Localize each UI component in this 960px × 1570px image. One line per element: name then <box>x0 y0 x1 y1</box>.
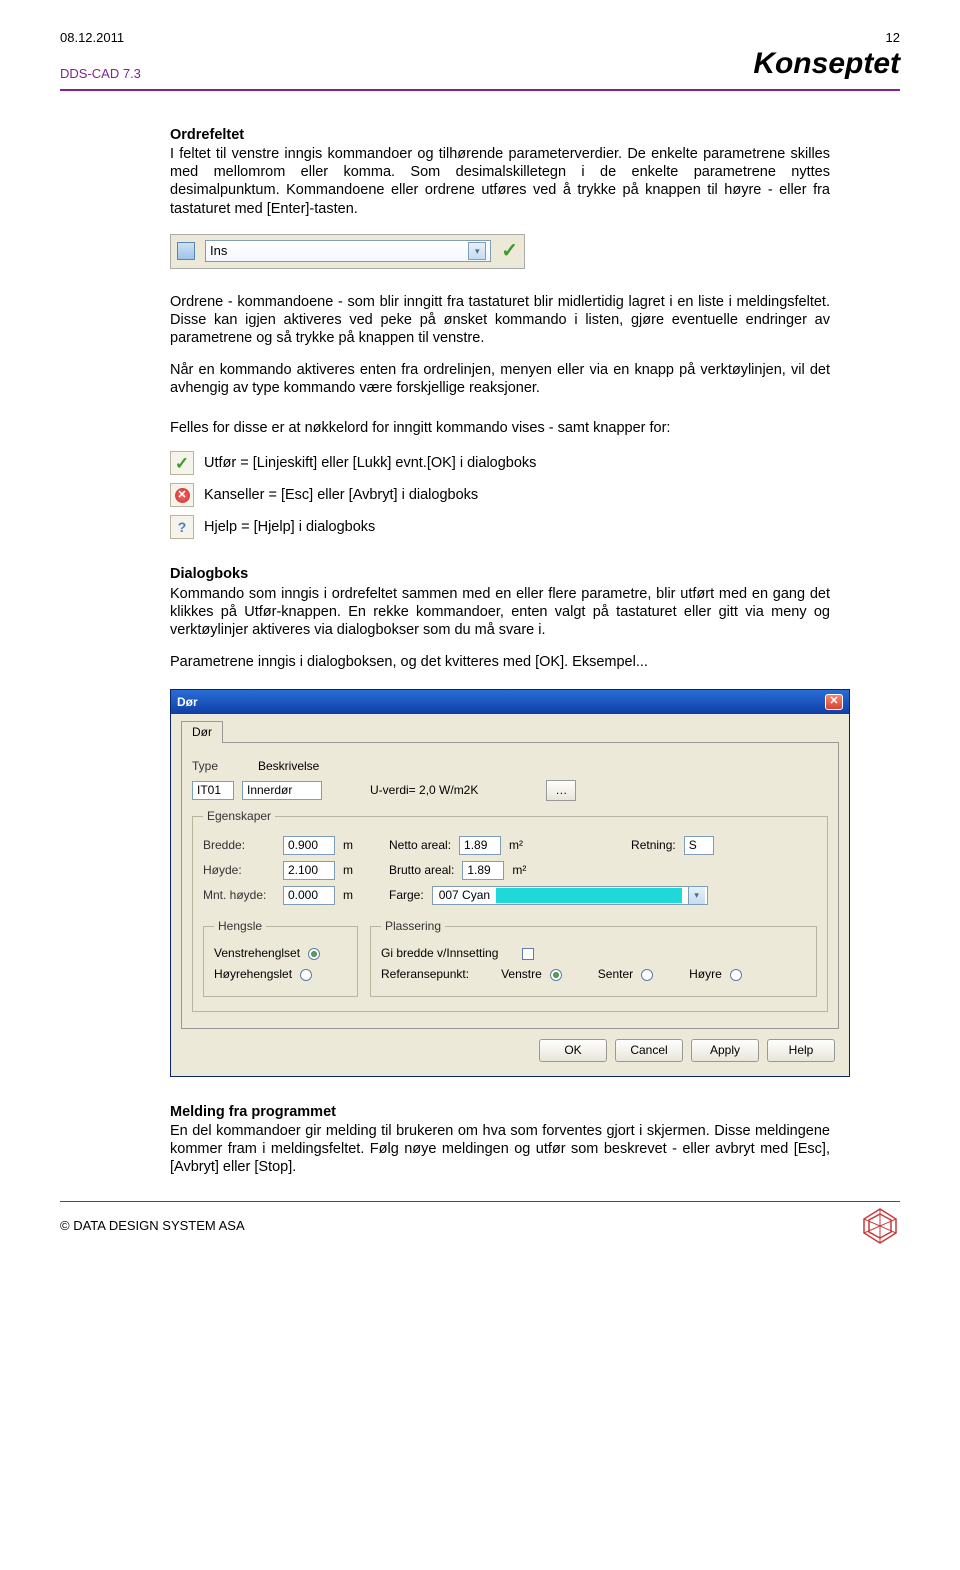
chevron-down-icon[interactable]: ▾ <box>688 887 705 904</box>
sec1-p1: I feltet til venstre inngis kommandoer o… <box>170 145 830 218</box>
sec4-p1: Kommando som inngis i ordrefeltet sammen… <box>170 585 830 639</box>
cancel-button[interactable]: Cancel <box>615 1039 683 1062</box>
label-senter: Senter <box>598 967 633 982</box>
label-hoyrehengslet: Høyrehengslet <box>214 967 292 982</box>
section-ordrefeltet-heading: Ordrefeltet <box>170 126 830 144</box>
label-description: Beskrivelse <box>258 759 319 774</box>
properties-group: Egenskaper Bredde: 0.900 m Netto areal: … <box>192 809 828 1012</box>
plassering-legend: Plassering <box>381 919 445 934</box>
cancel-button[interactable]: ✕ <box>170 483 194 507</box>
radio-hoyrehengslet[interactable] <box>300 969 312 981</box>
netto-areal-field[interactable]: 1.89 <box>459 836 501 855</box>
label-retning: Retning: <box>631 838 676 853</box>
brutto-areal-field[interactable]: 1.89 <box>462 861 504 880</box>
checkmark-icon[interactable]: ✓ <box>501 239 518 264</box>
sec4-p2: Parametrene inngis i dialogboksen, og de… <box>170 653 830 671</box>
sec2-p1: Ordrene - kommandoene - som blir inngitt… <box>170 293 830 347</box>
tab-door[interactable]: Dør <box>181 721 223 743</box>
radio-venstre[interactable] <box>550 969 562 981</box>
logo-icon <box>860 1206 900 1246</box>
footer-text: © DATA DESIGN SYSTEM ASA <box>60 1218 245 1233</box>
retning-field[interactable]: S <box>684 836 714 855</box>
label-hoyde: Høyde: <box>203 863 275 878</box>
label-farge: Farge: <box>389 888 424 903</box>
bredde-field[interactable]: 0.900 <box>283 836 335 855</box>
sec3-line1: Utfør = [Linjeskift] eller [Lukk] evnt.[… <box>204 454 536 472</box>
command-bar: Ins ▾ ✓ <box>170 234 525 269</box>
header-pageno: 12 <box>886 30 900 45</box>
label-gi-bredde: Gi bredde v/Innsetting <box>381 946 498 961</box>
radio-hoyre[interactable] <box>730 969 742 981</box>
type-field[interactable]: IT01 <box>192 781 234 800</box>
radio-venstrehengslet[interactable] <box>308 948 320 960</box>
document-icon <box>177 242 195 260</box>
header-date: 08.12.2011 <box>60 30 124 45</box>
unit-m: m <box>343 863 353 878</box>
close-icon: ✕ <box>829 695 838 709</box>
app-name: DDS-CAD 7.3 <box>60 66 141 81</box>
sec3-line3: Hjelp = [Hjelp] i dialogboks <box>204 518 375 536</box>
sec5-p1: En del kommandoer gir melding til bruker… <box>170 1122 830 1176</box>
sec3-intro: Felles for disse er at nøkkelord for inn… <box>170 419 830 437</box>
mnt-hoyde-field[interactable]: 0.000 <box>283 886 335 905</box>
unit-m2: m² <box>512 863 526 878</box>
label-ref-punkt: Referansepunkt: <box>381 967 469 982</box>
label-brutto-areal: Brutto areal: <box>389 863 454 878</box>
plassering-group: Plassering Gi bredde v/Innsetting Refera… <box>370 919 817 997</box>
section-dialogboks-heading: Dialogboks <box>170 565 830 583</box>
unit-m: m <box>343 888 353 903</box>
label-type: Type <box>192 759 250 774</box>
farge-select[interactable]: 007 Cyan ▾ <box>432 886 708 905</box>
farge-value: 007 Cyan <box>439 888 490 903</box>
label-bredde: Bredde: <box>203 838 275 853</box>
description-field[interactable]: Innerdør <box>242 781 322 800</box>
ok-button[interactable]: OK <box>539 1039 607 1062</box>
help-button[interactable]: Help <box>767 1039 835 1062</box>
unit-m2: m² <box>509 838 523 853</box>
help-icon: ? <box>178 519 187 537</box>
dialog-title: Dør <box>177 695 198 710</box>
radio-senter[interactable] <box>641 969 653 981</box>
checkmark-icon: ✓ <box>175 453 189 474</box>
section-melding-heading: Melding fra programmet <box>170 1103 830 1121</box>
sec3-line2: Kanseller = [Esc] eller [Avbryt] i dialo… <box>204 486 478 504</box>
label-netto-areal: Netto areal: <box>389 838 451 853</box>
command-input[interactable]: Ins ▾ <box>205 240 491 262</box>
command-input-text: Ins <box>210 243 227 259</box>
close-icon: ✕ <box>175 488 190 503</box>
checkbox-gi-bredde[interactable] <box>522 948 534 960</box>
hoyde-field[interactable]: 2.100 <box>283 861 335 880</box>
page-title: Konseptet <box>753 47 900 81</box>
label-venstrehengslet: Venstrehenglset <box>214 946 300 961</box>
ellipsis-button[interactable]: … <box>546 780 576 801</box>
hengsle-legend: Hengsle <box>214 919 266 934</box>
dialog-close-button[interactable]: ✕ <box>825 694 843 710</box>
apply-button[interactable]: Apply <box>691 1039 759 1062</box>
hengsle-group: Hengsle Venstrehenglset Høyrehengslet <box>203 919 358 997</box>
sec2-p2: Når en kommando aktiveres enten fra ordr… <box>170 361 830 397</box>
unit-m: m <box>343 838 353 853</box>
execute-button[interactable]: ✓ <box>170 451 194 475</box>
color-swatch <box>496 888 682 903</box>
door-dialog: Dør ✕ Dør Type Beskrivelse IT01 Innerdør… <box>170 689 850 1077</box>
label-venstre: Venstre <box>501 967 542 982</box>
label-mnt-hoyde: Mnt. høyde: <box>203 888 275 903</box>
u-value-text: U-verdi= 2,0 W/m2K <box>370 783 478 798</box>
label-hoyre: Høyre <box>689 967 722 982</box>
help-button[interactable]: ? <box>170 515 194 539</box>
properties-legend: Egenskaper <box>203 809 275 824</box>
chevron-down-icon[interactable]: ▾ <box>468 242 486 260</box>
